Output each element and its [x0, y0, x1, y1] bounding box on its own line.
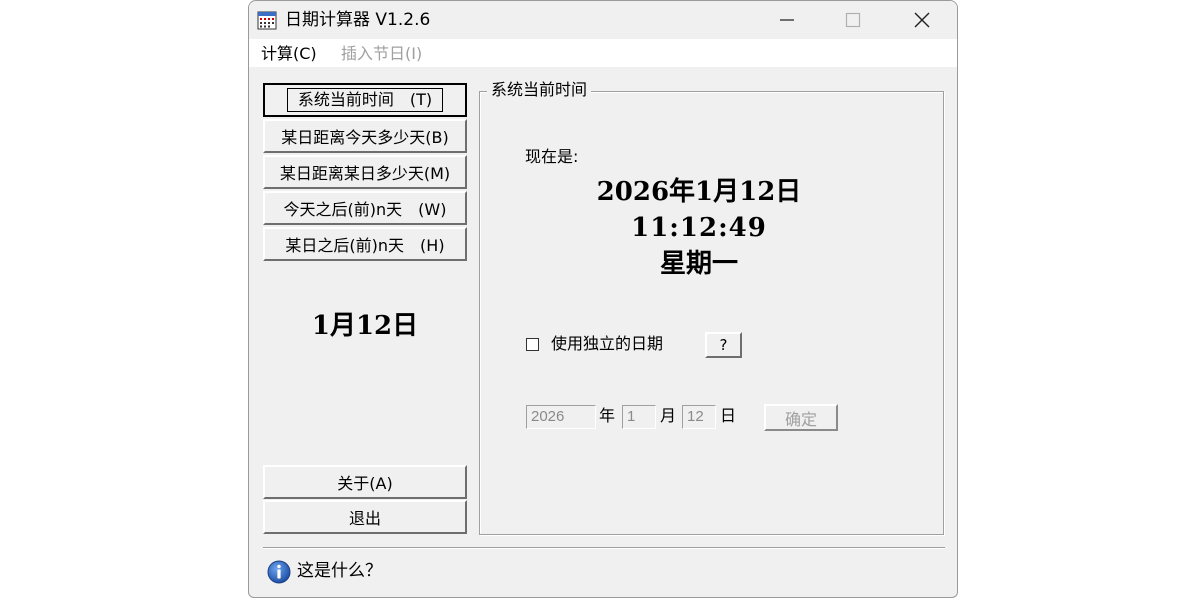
day-unit: 日 — [720, 406, 737, 425]
close-icon — [914, 12, 930, 28]
month-field[interactable] — [622, 405, 656, 429]
today-plus-n-days-button[interactable]: 今天之后(前)n天 (W) — [263, 191, 467, 225]
current-weekday: 星期一 — [659, 249, 738, 279]
menu-insert-holiday[interactable]: 插入节日(I) — [341, 43, 422, 65]
system-time-button-label: 系统当前时间 (T) — [286, 88, 444, 112]
year-input[interactable] — [531, 406, 595, 428]
minimize-button[interactable] — [754, 1, 820, 39]
close-button[interactable] — [889, 1, 955, 39]
current-time: 11:12:49 — [631, 213, 767, 243]
window-title: 日期计算器 V1.2.6 — [285, 10, 431, 30]
menu-bar: 计算(C) 插入节日(I) — [249, 39, 957, 67]
independent-date-checkbox[interactable] — [526, 338, 539, 351]
app-window: 日期计算器 V1.2.6 计算(C) 插入节日(I) 系统当前时间 (T) 某日… — [248, 0, 958, 598]
month-input[interactable] — [627, 406, 655, 428]
what-is-this-link[interactable]: 这是什么？ — [297, 559, 382, 583]
confirm-button[interactable]: 确定 — [764, 404, 838, 431]
title-bar[interactable]: 日期计算器 V1.2.6 — [249, 1, 957, 39]
info-icon — [267, 560, 291, 584]
exit-button[interactable]: 退出 — [263, 500, 467, 534]
independent-date-label[interactable]: 使用独立的日期 — [551, 333, 663, 355]
year-field[interactable] — [526, 405, 596, 429]
calendar-app-icon — [257, 11, 277, 30]
day-input[interactable] — [687, 406, 715, 428]
menu-calc[interactable]: 计算(C) — [261, 43, 317, 65]
month-unit: 月 — [660, 406, 677, 425]
system-time-button[interactable]: 系统当前时间 (T) — [263, 83, 467, 117]
date-plus-n-days-button[interactable]: 某日之后(前)n天 (H) — [263, 227, 467, 261]
groupbox-title: 系统当前时间 — [487, 79, 592, 101]
maximize-icon — [845, 12, 861, 28]
year-unit: 年 — [599, 406, 616, 425]
now-label: 现在是: — [525, 147, 579, 166]
minimize-icon — [780, 19, 794, 21]
footer-divider — [263, 547, 945, 549]
today-date-display: 1月12日 — [311, 311, 419, 341]
day-field[interactable] — [682, 405, 716, 429]
maximize-button[interactable] — [820, 1, 886, 39]
help-button[interactable]: ? — [705, 332, 742, 358]
about-button[interactable]: 关于(A) — [263, 465, 467, 499]
current-date: 2026年1月12日 — [596, 177, 802, 207]
days-between-dates-button[interactable]: 某日距离某日多少天(M) — [263, 155, 467, 189]
days-to-today-button[interactable]: 某日距离今天多少天(B) — [263, 119, 467, 153]
